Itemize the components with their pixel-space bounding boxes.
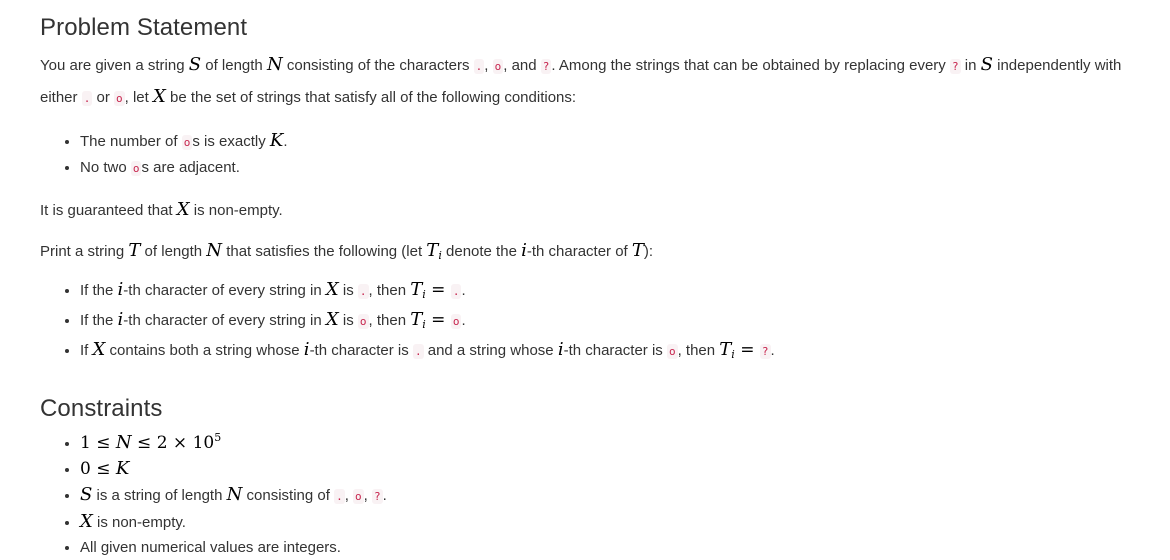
- constraint-item: 1 ≤ N ≤ 2 × 105: [80, 425, 1140, 456]
- condition-item: The number of os is exactly K.: [80, 128, 1140, 155]
- var-S: S: [80, 484, 93, 505]
- var-T-i: Ti: [410, 279, 426, 301]
- constraints-list: 1 ≤ N ≤ 2 × 105 0 ≤ K S is a string of l…: [40, 425, 1140, 560]
- var-N: N: [206, 240, 223, 261]
- code-question: ?: [540, 59, 552, 74]
- code-dot: .: [357, 284, 369, 299]
- code-dot: .: [334, 489, 345, 504]
- constraints-section: Constraints 1 ≤ N ≤ 2 × 105 0 ≤ K S is a…: [40, 395, 1140, 560]
- code-dot: .: [412, 344, 424, 359]
- var-K: K: [269, 130, 284, 151]
- problem-statement-section: Problem Statement You are given a string…: [40, 14, 1140, 367]
- constraint-item: S is a string of length N consisting of …: [80, 482, 1140, 509]
- var-N: N: [266, 54, 283, 75]
- code-question: ?: [949, 59, 961, 74]
- var-T: T: [128, 240, 141, 261]
- code-o: o: [181, 135, 193, 150]
- task-statement: Problem Statement You are given a string…: [0, 0, 1140, 560]
- var-S: S: [980, 54, 993, 75]
- problem-paragraph-2: It is guaranteed that X is non-empty.: [40, 199, 283, 220]
- problem-paragraph-3: Print a string T of length N that satisf…: [40, 240, 654, 262]
- code-o: o: [130, 161, 142, 176]
- rule-item: If the i-th character of every string in…: [80, 307, 1140, 337]
- code-question: ?: [759, 344, 771, 359]
- conditions-list: The number of os is exactly K. No two os…: [40, 128, 1140, 181]
- var-S: S: [188, 54, 202, 75]
- var-X: X: [80, 511, 93, 532]
- constraint-item: 0 ≤ K: [80, 456, 1140, 482]
- code-o: o: [492, 59, 504, 74]
- var-T: T: [631, 240, 644, 261]
- var-X: X: [325, 279, 339, 300]
- code-question: ?: [372, 489, 383, 504]
- condition-item: No two os are adjacent.: [80, 155, 1140, 181]
- code-o: o: [450, 314, 462, 329]
- var-X: X: [176, 199, 190, 220]
- code-o: o: [353, 489, 364, 504]
- constraint-item: X is non-empty.: [80, 509, 1140, 535]
- code-dot: .: [473, 59, 485, 74]
- rules-list: If the i-th character of every string in…: [40, 277, 1140, 367]
- code-dot: .: [81, 91, 93, 106]
- code-o: o: [666, 344, 678, 359]
- var-X: X: [325, 309, 339, 330]
- problem-paragraph-1: You are given a string S of length N con…: [40, 54, 1122, 107]
- var-T-i: Ti: [426, 240, 442, 262]
- rule-item: If the i-th character of every string in…: [80, 277, 1140, 307]
- problem-statement-heading: Problem Statement: [40, 14, 248, 41]
- var-X: X: [153, 86, 166, 107]
- rule-item: If X contains both a string whose i-th c…: [80, 337, 1140, 367]
- code-dot: .: [450, 284, 462, 299]
- code-o: o: [114, 91, 125, 106]
- code-o: o: [357, 314, 369, 329]
- var-X: X: [92, 339, 106, 360]
- var-N: N: [115, 432, 132, 453]
- var-T-i: Ti: [719, 339, 735, 361]
- var-T-i: Ti: [410, 309, 426, 331]
- var-K: K: [115, 458, 130, 479]
- constraints-heading: Constraints: [40, 395, 163, 422]
- var-N: N: [226, 484, 243, 505]
